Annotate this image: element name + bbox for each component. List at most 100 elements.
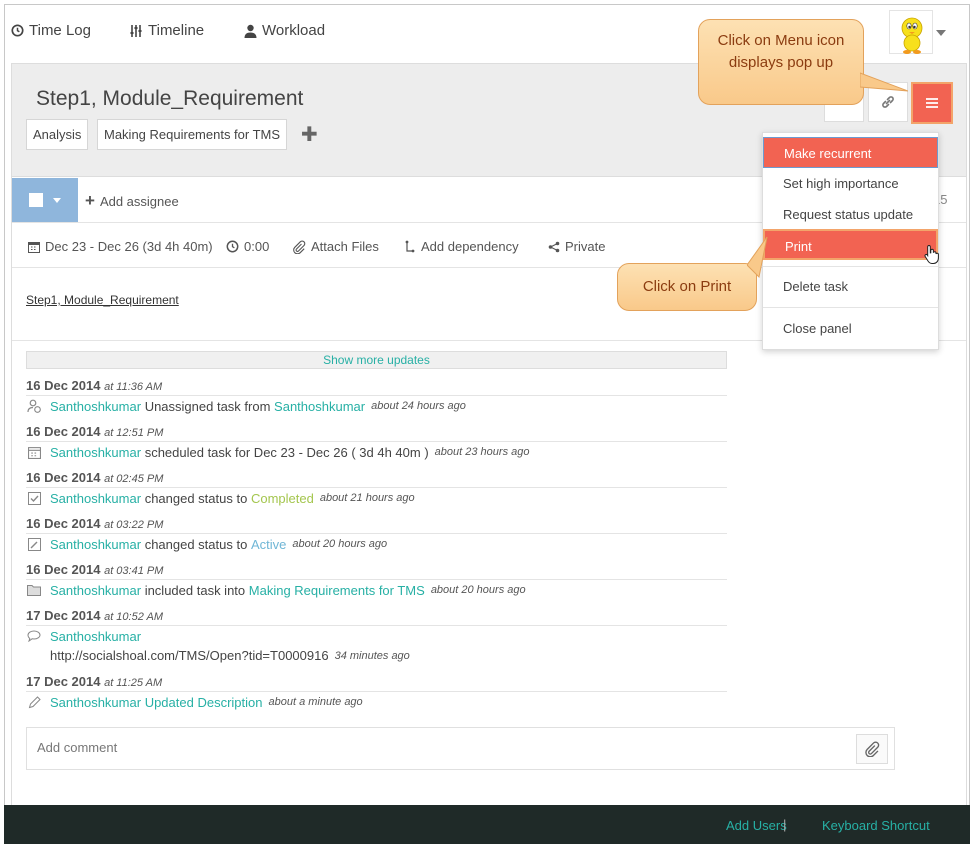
menu-divider xyxy=(763,266,938,267)
activity-date: 16 Dec 2014 at 03:22 PM xyxy=(26,516,727,534)
menu-close-panel[interactable]: Close panel xyxy=(763,313,938,344)
status-icon xyxy=(26,536,42,552)
link-icon xyxy=(882,96,894,108)
comment-attach-button[interactable] xyxy=(856,734,888,764)
activity-item: Santhoshkumar xyxy=(26,628,141,644)
activity-user-link[interactable]: Santhoshkumar xyxy=(50,537,141,552)
menu-callout-text: Click on Menu icon displays pop up xyxy=(717,32,845,71)
comment-text[interactable]: http://socialshoal.com/TMS/Open?tid=T000… xyxy=(50,648,329,663)
show-more-updates-button[interactable]: Show more updates xyxy=(26,351,727,369)
comment-placeholder: Add comment xyxy=(37,740,118,755)
hand-cursor-icon xyxy=(924,244,939,264)
activity-text: scheduled task for Dec 23 - Dec 26 ( 3d … xyxy=(144,444,429,460)
comment-input[interactable]: Add comment xyxy=(26,727,895,770)
privacy-label: Private xyxy=(565,239,606,254)
menu-divider xyxy=(763,307,938,308)
paperclip-icon xyxy=(865,741,880,757)
activity-user-link[interactable]: Santhoshkumar xyxy=(50,445,141,460)
account-dropdown-caret[interactable] xyxy=(936,30,946,36)
activity-date-text: 16 Dec 2014 xyxy=(26,470,101,485)
footer-add-users-link[interactable]: Add Users xyxy=(726,818,787,833)
menu-callout: Click on Menu icon displays pop up xyxy=(698,19,864,105)
nav-timeline[interactable]: Timeline xyxy=(129,22,204,39)
menu-request-status-update[interactable]: Request status update xyxy=(763,199,938,230)
tag-analysis[interactable]: Analysis xyxy=(26,119,89,150)
attach-files-label: Attach Files xyxy=(311,239,379,254)
activity-item: Santhoshkumar Updated Description about a… xyxy=(26,694,363,710)
menu-delete-task[interactable]: Delete task xyxy=(763,271,938,302)
add-dependency-button[interactable]: Add dependency xyxy=(404,239,519,254)
activity-date: 16 Dec 2014 at 12:51 PM xyxy=(26,424,727,442)
sliders-icon xyxy=(130,24,142,37)
activity-user-link[interactable]: Santhoshkumar xyxy=(50,695,141,710)
nav-workload-label: Workload xyxy=(262,22,326,39)
user-icon xyxy=(244,24,257,38)
activity-ago: about a minute ago xyxy=(268,696,363,708)
chevron-down-icon xyxy=(53,198,61,203)
add-tag-button[interactable]: ✚ xyxy=(301,122,318,147)
paperclip-icon xyxy=(293,240,306,254)
hamburger-icon xyxy=(926,98,938,108)
menu-callout-pointer xyxy=(860,72,908,92)
activity-target-link[interactable]: Making Requirements for TMS xyxy=(249,583,425,598)
task-dates[interactable]: Dec 23 - Dec 26 (3d 4h 40m) xyxy=(28,239,213,254)
print-callout: Click on Print xyxy=(617,263,757,311)
activity-date-text: 16 Dec 2014 xyxy=(26,424,101,439)
menu-print[interactable]: Print xyxy=(763,229,938,260)
status-checkbox[interactable] xyxy=(29,193,43,207)
activity-user-link[interactable]: Santhoshkumar xyxy=(50,399,141,414)
task-description-link[interactable]: Step1, Module_Requirement xyxy=(26,293,179,307)
activity-item: Santhoshkumar changed status to Active ab… xyxy=(26,536,387,552)
avatar-image xyxy=(901,17,923,54)
task-actions-menu: Make recurrent Set high importance Reque… xyxy=(762,132,939,350)
status-checkbox-dropdown[interactable] xyxy=(12,178,78,222)
clock-icon xyxy=(11,24,24,37)
nav-workload[interactable]: Workload xyxy=(244,22,325,39)
add-assignee-button[interactable]: + Add assignee xyxy=(85,191,179,211)
add-dependency-label: Add dependency xyxy=(421,239,519,254)
activity-ago: 34 minutes ago xyxy=(334,649,410,662)
task-time-label: 0:00 xyxy=(244,239,270,254)
activity-date-text: 16 Dec 2014 xyxy=(26,378,101,393)
activity-date-text: 17 Dec 2014 xyxy=(26,608,101,623)
activity-ago: about 20 hours ago xyxy=(430,584,526,596)
menu-set-high-importance[interactable]: Set high importance xyxy=(763,168,938,199)
activity-time: at 11:25 AM xyxy=(104,677,163,689)
comment-icon xyxy=(26,628,42,644)
footer-keyboard-shortcut-link[interactable]: Keyboard Shortcut xyxy=(822,818,930,833)
menu-make-recurrent[interactable]: Make recurrent xyxy=(763,137,938,168)
privacy-toggle[interactable]: Private xyxy=(548,239,605,254)
activity-date-text: 16 Dec 2014 xyxy=(26,562,101,577)
task-title[interactable]: Step1, Module_Requirement xyxy=(36,87,303,111)
footer-bar: Add Users | Keyboard Shortcut xyxy=(4,805,970,844)
task-menu-button[interactable] xyxy=(911,82,953,124)
activity-time: at 11:36 AM xyxy=(104,381,163,393)
activity-text: changed status to xyxy=(144,490,248,506)
activity-time: at 12:51 PM xyxy=(104,427,164,439)
nav-time-log-label: Time Log xyxy=(29,22,91,39)
activity-date: 17 Dec 2014 at 11:25 AM xyxy=(26,674,727,692)
activity-target-link[interactable]: Updated Description xyxy=(145,695,263,710)
task-time[interactable]: 0:00 xyxy=(226,239,269,254)
activity-item: Santhoshkumar Unassigned task from Santh… xyxy=(26,398,466,414)
activity-user-link[interactable]: Santhoshkumar xyxy=(50,583,141,598)
activity-user-link[interactable]: Santhoshkumar xyxy=(50,629,141,644)
activity-time: at 02:45 PM xyxy=(104,473,164,485)
activity-user-link[interactable]: Santhoshkumar xyxy=(50,491,141,506)
avatar[interactable] xyxy=(889,10,933,54)
activity-time: at 10:52 AM xyxy=(104,611,163,623)
nav-time-log[interactable]: Time Log xyxy=(11,22,91,39)
app-window: Time Log Timeline Workload Step1, Module… xyxy=(4,4,970,844)
activity-date: 16 Dec 2014 at 02:45 PM xyxy=(26,470,727,488)
activity-date-text: 16 Dec 2014 xyxy=(26,516,101,531)
activity-target-link[interactable]: Santhoshkumar xyxy=(274,399,365,414)
attach-files-button[interactable]: Attach Files xyxy=(292,239,379,254)
activity-text: included task into xyxy=(144,582,246,598)
tag-project[interactable]: Making Requirements for TMS xyxy=(97,119,288,150)
activity-comment: http://socialshoal.com/TMS/Open?tid=T000… xyxy=(50,648,410,663)
activity-text: Unassigned task from xyxy=(144,398,271,414)
activity-ago: about 24 hours ago xyxy=(371,400,466,412)
task-dates-label: Dec 23 - Dec 26 (3d 4h 40m) xyxy=(45,239,213,254)
plus-icon: + xyxy=(85,191,95,210)
pencil-icon xyxy=(26,694,42,710)
